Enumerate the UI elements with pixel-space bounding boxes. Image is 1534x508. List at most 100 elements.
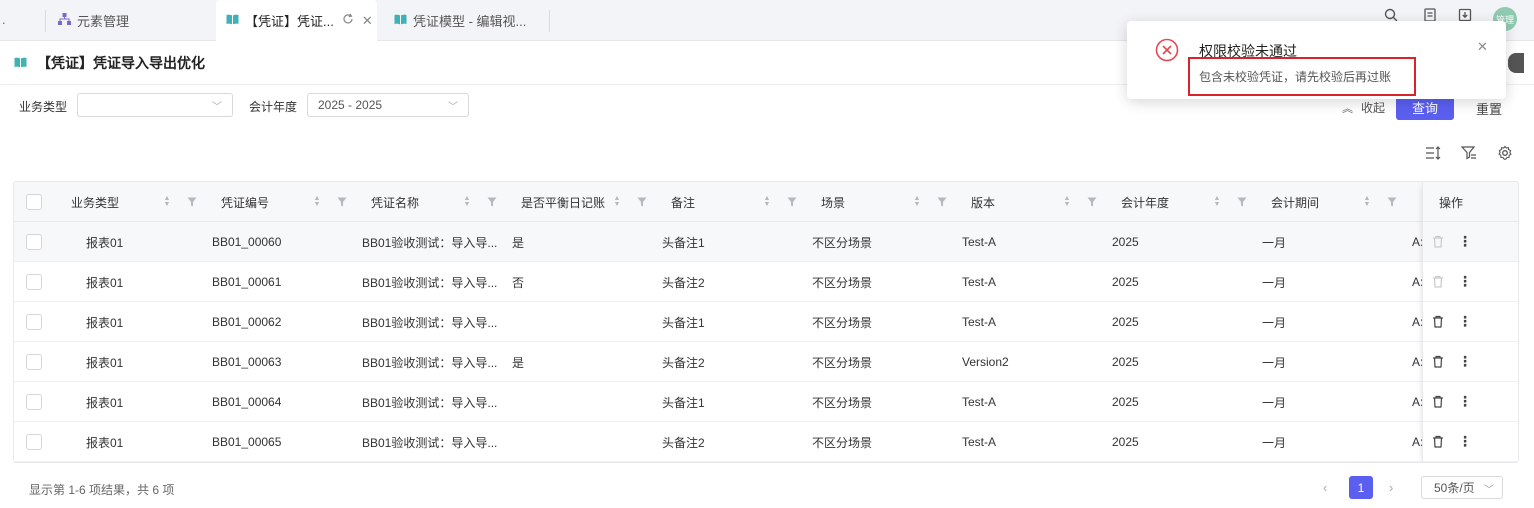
cell-voucher-no: BB01_00062 bbox=[212, 315, 282, 329]
cell-scenario: 不区分场景 bbox=[812, 275, 873, 290]
filter-icon[interactable] bbox=[187, 196, 197, 207]
select-all-checkbox[interactable] bbox=[26, 194, 42, 210]
column-header-balanced[interactable]: 是否平衡日记账 bbox=[521, 182, 605, 222]
cell-year: 2025 bbox=[1112, 355, 1139, 369]
cell-period: 一月 bbox=[1262, 275, 1287, 290]
fiscal-year-label: 会计年度 bbox=[249, 100, 298, 114]
table-row[interactable]: 报表01 BB01_00063 BB01验收测试：导入导... 是 头备注2 不区分场景 V… bbox=[14, 342, 1518, 382]
cell-version: Version2 bbox=[962, 355, 1009, 369]
side-panel-handle[interactable] bbox=[1508, 53, 1524, 73]
sort-icon[interactable]: ▲ ▼ bbox=[1063, 195, 1071, 208]
filter-icon[interactable] bbox=[637, 196, 647, 207]
chevron-down-icon: ﹀ bbox=[212, 102, 222, 113]
column-header-business-type[interactable]: 业务类型 bbox=[71, 182, 119, 222]
cell-business-type: 报表01 bbox=[86, 395, 124, 410]
filter-icon[interactable] bbox=[787, 196, 797, 207]
cell-scenario: 不区分场景 bbox=[812, 315, 873, 330]
cell-balanced: 否 bbox=[512, 275, 525, 290]
table-row[interactable]: 报表01 BB01_00060 BB01验收测试：导入导... 是 头备注1 不区分场景 T… bbox=[14, 222, 1518, 262]
cell-period: 一月 bbox=[1262, 395, 1287, 410]
sort-icon[interactable]: ▲ ▼ bbox=[1213, 195, 1221, 208]
reset-button[interactable]: 重置 bbox=[1476, 99, 1502, 118]
sort-icon[interactable]: ▲ ▼ bbox=[613, 195, 621, 208]
cell-voucher-no: BB01_00060 bbox=[212, 235, 282, 249]
cell-voucher-name: BB01验收测试：导入导... bbox=[362, 315, 498, 330]
cell-year: 2025 bbox=[1112, 315, 1139, 329]
filter-icon[interactable] bbox=[487, 196, 497, 207]
close-icon[interactable]: ✕ bbox=[1477, 39, 1488, 55]
cell-business-type: 报表01 bbox=[86, 315, 124, 330]
sort-icon[interactable]: ▲ ▼ bbox=[913, 195, 921, 208]
chevron-down-icon: ﹀ bbox=[448, 102, 458, 113]
chevron-right-icon[interactable]: › bbox=[1389, 480, 1393, 495]
tab-label: 凭证模型 - 编辑视... bbox=[413, 14, 527, 29]
table-row[interactable]: 报表01 BB01_00065 BB01验收测试：导入导... 头备注2 不区分场景 Te… bbox=[14, 422, 1518, 462]
book-icon bbox=[14, 55, 27, 71]
cell-version: Test-A bbox=[962, 235, 997, 249]
business-type-select[interactable]: ﹀ bbox=[77, 93, 233, 117]
sort-icon[interactable]: ▲ ▼ bbox=[1363, 195, 1371, 208]
tab-voucher[interactable]: 【凭证】凭证... ✕ bbox=[216, 0, 377, 41]
table-row[interactable]: 报表01 BB01_00061 BB01验收测试：导入导... 否 头备注2 不区分场景 T… bbox=[14, 262, 1518, 302]
cell-remark: 头备注2 bbox=[662, 435, 705, 450]
pagination-page-1[interactable]: 1 bbox=[1349, 476, 1373, 499]
cell-business-type: 报表01 bbox=[86, 355, 124, 370]
row-checkbox[interactable] bbox=[26, 274, 42, 290]
chevron-left-icon[interactable]: ‹ bbox=[1323, 480, 1327, 495]
filter-icon[interactable] bbox=[937, 196, 947, 207]
table-header: 业务类型 ▲ ▼ 凭证编号 ▲ ▼ 凭证名称 ▲ ▼ 是否平衡日记账 ▲ ▼ 备注 ▲ ▼… bbox=[14, 182, 1518, 222]
cell-year: 2025 bbox=[1112, 235, 1139, 249]
sort-icon[interactable]: ▲ ▼ bbox=[313, 195, 321, 208]
column-header-remark[interactable]: 备注 bbox=[671, 182, 695, 222]
collapse-filters-button[interactable]: ︽ 收起 bbox=[1342, 99, 1385, 116]
column-header-scenario[interactable]: 场景 bbox=[821, 182, 845, 222]
column-header-version[interactable]: 版本 bbox=[971, 182, 995, 222]
table-row[interactable]: 报表01 BB01_00064 BB01验收测试：导入导... 头备注1 不区分场景 Te… bbox=[14, 382, 1518, 422]
filter-icon[interactable] bbox=[1237, 196, 1247, 207]
cell-scenario: 不区分场景 bbox=[812, 355, 873, 370]
row-checkbox[interactable] bbox=[26, 394, 42, 410]
document-icon[interactable] bbox=[1423, 8, 1437, 22]
tab-voucher-model[interactable]: 凭证模型 - 编辑视... bbox=[394, 0, 526, 41]
cell-period: 一月 bbox=[1262, 355, 1287, 370]
fiscal-year-select[interactable]: 2025 - 2025 ﹀ bbox=[307, 93, 469, 117]
column-header-fiscal-year[interactable]: 会计年度 bbox=[1121, 182, 1169, 222]
filter-icon[interactable] bbox=[1387, 196, 1397, 207]
density-icon[interactable] bbox=[1425, 145, 1443, 163]
notification-message: 包含未校验凭证，请先校验后再过账 bbox=[1199, 70, 1392, 84]
actions-column-divider bbox=[1422, 182, 1518, 462]
fiscal-year-value: 2025 - 2025 bbox=[318, 98, 383, 112]
filter-icon[interactable] bbox=[337, 196, 347, 207]
cell-period: 一月 bbox=[1262, 235, 1287, 250]
sort-icon[interactable]: ▲ ▼ bbox=[163, 195, 171, 208]
refresh-icon[interactable] bbox=[342, 13, 354, 28]
row-checkbox[interactable] bbox=[26, 354, 42, 370]
row-checkbox[interactable] bbox=[26, 434, 42, 450]
page-title-text: 【凭证】凭证导入导出优化 bbox=[37, 55, 205, 71]
search-icon[interactable] bbox=[1384, 8, 1398, 22]
sort-icon[interactable]: ▲ ▼ bbox=[463, 195, 471, 208]
column-header-fiscal-period[interactable]: 会计期间 bbox=[1271, 182, 1319, 222]
cell-voucher-no: BB01_00065 bbox=[212, 435, 282, 449]
cell-business-type: 报表01 bbox=[86, 435, 124, 450]
cell-year: 2025 bbox=[1112, 275, 1139, 289]
tab-element-management[interactable]: 元素管理 bbox=[58, 0, 129, 41]
row-checkbox[interactable] bbox=[26, 314, 42, 330]
gear-icon[interactable] bbox=[1497, 145, 1515, 163]
column-header-voucher-name[interactable]: 凭证名称 bbox=[371, 182, 419, 222]
cell-voucher-name: BB01验收测试：导入导... bbox=[362, 235, 498, 250]
tab-divider bbox=[45, 10, 46, 32]
row-checkbox[interactable] bbox=[26, 234, 42, 250]
column-header-voucher-no[interactable]: 凭证编号 bbox=[221, 182, 269, 222]
tab-overflow-indicator[interactable]: . bbox=[2, 12, 6, 27]
cell-voucher-no: BB01_00064 bbox=[212, 395, 282, 409]
sort-icon[interactable]: ▲ ▼ bbox=[763, 195, 771, 208]
close-icon[interactable]: ✕ bbox=[362, 13, 373, 29]
filter-icon[interactable] bbox=[1087, 196, 1097, 207]
filter-settings-icon[interactable] bbox=[1460, 145, 1479, 163]
page-size-select[interactable]: 50条/页 ﹀ bbox=[1421, 476, 1503, 499]
cell-voucher-no: BB01_00061 bbox=[212, 275, 282, 289]
cell-remark: 头备注2 bbox=[662, 275, 705, 290]
table-row[interactable]: 报表01 BB01_00062 BB01验收测试：导入导... 头备注1 不区分场景 Te… bbox=[14, 302, 1518, 342]
download-icon[interactable] bbox=[1458, 8, 1472, 22]
